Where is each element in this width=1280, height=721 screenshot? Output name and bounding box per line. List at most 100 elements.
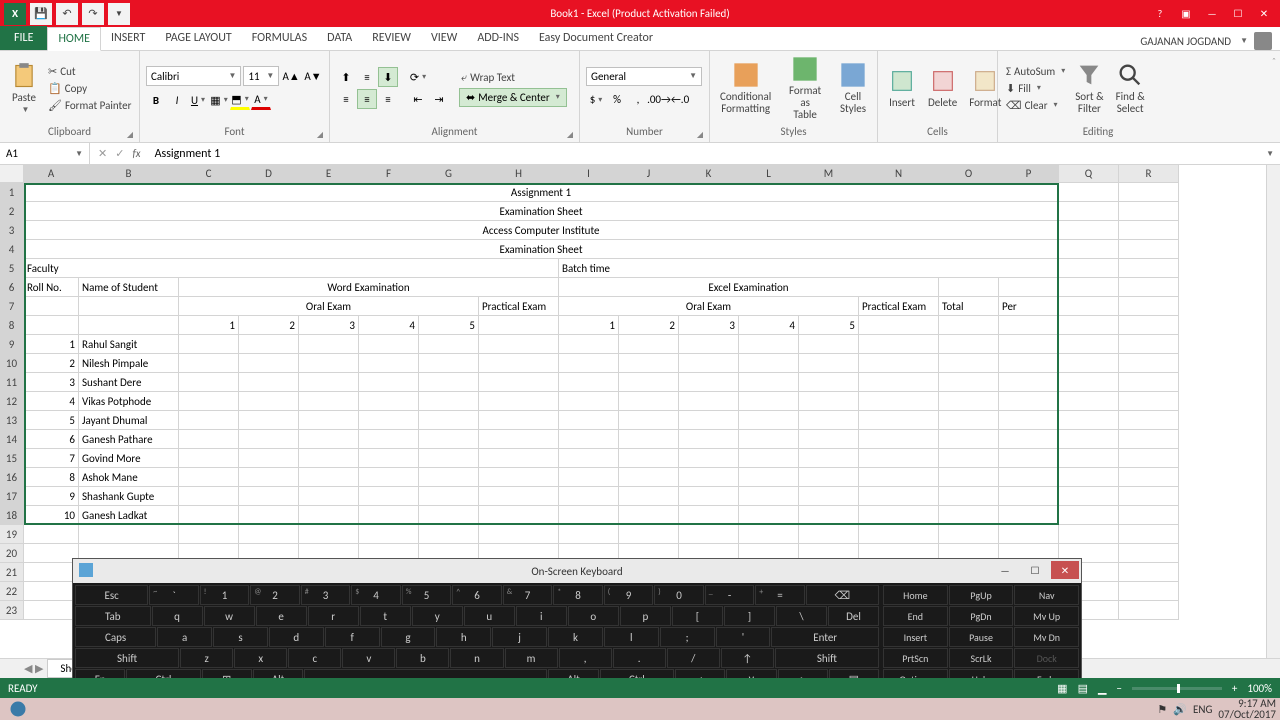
cell[interactable] bbox=[999, 468, 1059, 487]
tab-formulas[interactable]: FORMULAS bbox=[242, 26, 317, 50]
clear-button[interactable]: ⌫ Clear▾ bbox=[1004, 98, 1067, 113]
osk-key-;[interactable]: ; bbox=[660, 627, 715, 647]
osk-key-Shift[interactable]: Shift bbox=[775, 648, 879, 668]
osk-key-p[interactable]: p bbox=[620, 606, 671, 626]
osk-key-d[interactable]: d bbox=[269, 627, 324, 647]
find-select-button[interactable]: Find & Select bbox=[1112, 53, 1149, 123]
cell[interactable] bbox=[739, 392, 799, 411]
cell[interactable] bbox=[1119, 430, 1179, 449]
alignment-launcher-icon[interactable]: ◢ bbox=[567, 130, 573, 140]
col-header-I[interactable]: I bbox=[559, 165, 619, 183]
cell[interactable]: 3 bbox=[679, 316, 739, 335]
tab-home[interactable]: HOME bbox=[47, 27, 101, 51]
cell[interactable] bbox=[1059, 392, 1119, 411]
cell[interactable] bbox=[1119, 582, 1179, 601]
cell[interactable]: Oral Exam bbox=[179, 297, 479, 316]
cell[interactable] bbox=[1119, 525, 1179, 544]
cell[interactable] bbox=[559, 411, 619, 430]
paste-button[interactable]: Paste▼ bbox=[6, 53, 42, 123]
cell[interactable] bbox=[419, 411, 479, 430]
cell[interactable] bbox=[179, 392, 239, 411]
osk-key-a[interactable]: a bbox=[157, 627, 212, 647]
col-header-L[interactable]: L bbox=[739, 165, 799, 183]
cell[interactable] bbox=[679, 525, 739, 544]
grid-body[interactable]: Assignment 1Examination SheetAccess Comp… bbox=[24, 183, 1179, 620]
cell[interactable] bbox=[679, 506, 739, 525]
cell[interactable] bbox=[1059, 240, 1119, 259]
cell[interactable] bbox=[299, 487, 359, 506]
cell[interactable] bbox=[619, 354, 679, 373]
formula-input[interactable]: Assignment 1 bbox=[149, 145, 1264, 163]
cell[interactable]: Rahul Sangit bbox=[79, 335, 179, 354]
osk-key-=[interactable]: += bbox=[755, 585, 805, 605]
help-icon[interactable]: ? bbox=[1148, 5, 1172, 23]
comma-icon[interactable]: , bbox=[628, 90, 648, 110]
copy-button[interactable]: 📋 Copy bbox=[46, 81, 133, 96]
cell[interactable] bbox=[739, 487, 799, 506]
cell[interactable] bbox=[419, 525, 479, 544]
osk-close-icon[interactable]: ✕ bbox=[1051, 561, 1079, 579]
cell[interactable] bbox=[179, 487, 239, 506]
cell[interactable] bbox=[24, 582, 79, 601]
osk-key-][interactable]: ] bbox=[724, 606, 775, 626]
cell[interactable]: 5 bbox=[799, 316, 859, 335]
cell[interactable] bbox=[859, 373, 939, 392]
cell[interactable] bbox=[419, 468, 479, 487]
cell[interactable] bbox=[559, 449, 619, 468]
cell[interactable] bbox=[799, 392, 859, 411]
start-icon[interactable] bbox=[4, 699, 32, 719]
cell[interactable]: Faculty bbox=[24, 259, 559, 278]
cell[interactable] bbox=[739, 335, 799, 354]
cell[interactable] bbox=[1119, 506, 1179, 525]
cell[interactable] bbox=[1119, 563, 1179, 582]
cell[interactable]: 2 bbox=[239, 316, 299, 335]
cell[interactable] bbox=[239, 449, 299, 468]
cell[interactable] bbox=[1119, 297, 1179, 316]
tab-pagelayout[interactable]: PAGE LAYOUT bbox=[155, 26, 241, 50]
row-header-15[interactable]: 15 bbox=[0, 449, 24, 468]
osk-key-b[interactable]: b bbox=[396, 648, 449, 668]
cell[interactable] bbox=[999, 411, 1059, 430]
cell[interactable]: 1 bbox=[179, 316, 239, 335]
osk-key-Insert[interactable]: Insert bbox=[883, 627, 948, 647]
cell[interactable] bbox=[999, 392, 1059, 411]
cell[interactable] bbox=[1059, 468, 1119, 487]
row-header-16[interactable]: 16 bbox=[0, 468, 24, 487]
cell[interactable] bbox=[359, 335, 419, 354]
cell[interactable]: Practical Exam bbox=[479, 297, 559, 316]
cell[interactable] bbox=[179, 335, 239, 354]
cell[interactable] bbox=[859, 525, 939, 544]
osk-key-y[interactable]: y bbox=[412, 606, 463, 626]
fill-color-button[interactable]: ⬒▾ bbox=[230, 90, 250, 110]
cell[interactable] bbox=[799, 525, 859, 544]
grow-font-icon[interactable]: A▲ bbox=[281, 66, 301, 86]
decrease-decimal-icon[interactable]: ←.0 bbox=[670, 90, 690, 110]
col-header-C[interactable]: C bbox=[179, 165, 239, 183]
delete-cells-button[interactable]: Delete bbox=[924, 53, 961, 123]
col-header-J[interactable]: J bbox=[619, 165, 679, 183]
accounting-icon[interactable]: $▾ bbox=[586, 90, 606, 110]
cell[interactable] bbox=[999, 449, 1059, 468]
fill-button[interactable]: ⬇ Fill▾ bbox=[1004, 81, 1067, 96]
redo-icon[interactable]: ↷ bbox=[82, 3, 104, 25]
osk-key-PgDn[interactable]: PgDn bbox=[949, 606, 1014, 626]
cell[interactable] bbox=[24, 563, 79, 582]
osk-key-MvDn[interactable]: Mv Dn bbox=[1014, 627, 1079, 647]
cell[interactable] bbox=[179, 354, 239, 373]
cell[interactable]: Ganesh Ladkat bbox=[79, 506, 179, 525]
osk-key-g[interactable]: g bbox=[381, 627, 436, 647]
cell[interactable] bbox=[479, 430, 559, 449]
tab-review[interactable]: REVIEW bbox=[362, 26, 421, 50]
minimize-icon[interactable]: — bbox=[1200, 5, 1224, 23]
cell[interactable] bbox=[679, 392, 739, 411]
cell[interactable] bbox=[239, 468, 299, 487]
cell[interactable] bbox=[299, 354, 359, 373]
osk-key-MvUp[interactable]: Mv Up bbox=[1014, 606, 1079, 626]
osk-key-4[interactable]: $4 bbox=[351, 585, 401, 605]
cell[interactable] bbox=[1059, 278, 1119, 297]
cell[interactable] bbox=[299, 525, 359, 544]
grid[interactable]: ABCDEFGHIJKLMNOPQR 123456789101112131415… bbox=[0, 165, 1280, 541]
cell[interactable]: Assignment 1 bbox=[24, 183, 1059, 202]
cell[interactable] bbox=[1059, 259, 1119, 278]
cell[interactable] bbox=[739, 430, 799, 449]
